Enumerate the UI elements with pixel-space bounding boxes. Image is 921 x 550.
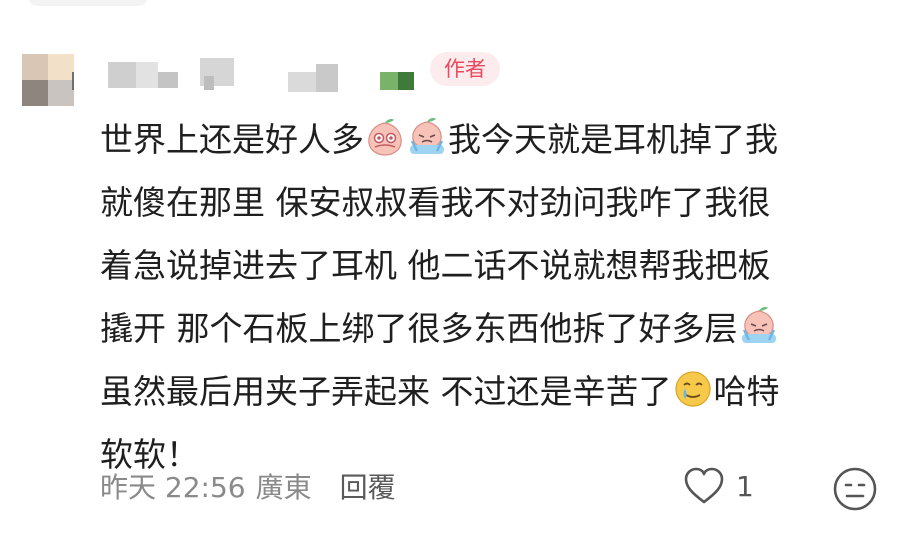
author-badge: 作者 bbox=[430, 52, 500, 86]
comment-text: 世界上还是好人多 我今天就是耳机掉了我 就傻在那里 保安叔叔看我不对劲问我咋了我… bbox=[100, 108, 900, 486]
like-control[interactable]: 1 bbox=[682, 466, 754, 506]
comment-text-segment: 虽然最后用夹子弄起来 不过还是辛苦了 bbox=[100, 372, 672, 411]
comment-line: 就傻在那里 保安叔叔看我不对劲问我咋了我很 bbox=[100, 183, 771, 222]
emoji-reaction-icon[interactable] bbox=[832, 466, 878, 512]
heart-icon[interactable] bbox=[682, 466, 726, 506]
comment-text-segment: 撬开 那个石板上绑了很多东西他拆了好多层 bbox=[100, 309, 738, 348]
comment-line: 世界上还是好人多 我今天就是耳机掉了我 bbox=[100, 108, 900, 171]
comment-line: 虽然最后用夹子弄起来 不过还是辛苦了 哈特 bbox=[100, 360, 900, 423]
tear-smile-emoji-icon bbox=[674, 371, 711, 407]
comment-location: 廣東 bbox=[255, 471, 312, 504]
comment-time: 昨天 22:56 bbox=[100, 471, 246, 504]
like-count: 1 bbox=[736, 469, 754, 503]
avatar[interactable] bbox=[22, 54, 74, 106]
previous-comment-fragment bbox=[28, 0, 148, 6]
peach-cry-emoji-icon bbox=[410, 118, 444, 154]
comment-line: 着急说掉进去了耳机 他二话不说就想帮我把板 bbox=[100, 246, 771, 285]
comment-meta: 昨天 22:56 廣東 回覆 bbox=[100, 466, 406, 506]
peach-cry-emoji-icon bbox=[741, 307, 776, 343]
peach-blush-emoji-icon bbox=[368, 119, 402, 156]
reply-button[interactable]: 回覆 bbox=[340, 471, 396, 504]
comment-line: 撬开 那个石板上绑了很多东西他拆了好多层 bbox=[100, 297, 900, 360]
comment-text-segment: 哈特 bbox=[713, 372, 780, 411]
username-blurred[interactable] bbox=[108, 58, 418, 92]
comment-text-segment: 我今天就是耳机掉了我 bbox=[448, 120, 778, 159]
comment-screen: 作者 世界上还是好人多 我今天就是耳机掉了我 就傻在那里 保安叔叔看我不对劲问我… bbox=[0, 0, 921, 550]
comment-text-segment: 世界上还是好人多 bbox=[100, 120, 364, 159]
